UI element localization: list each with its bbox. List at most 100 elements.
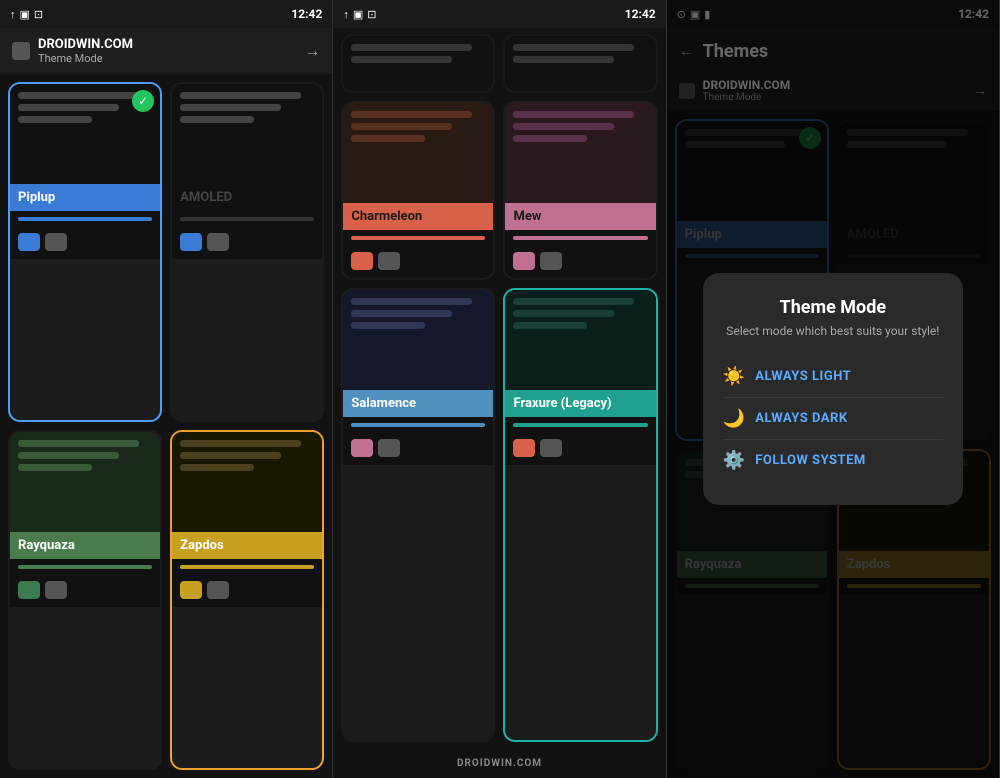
mew-accent xyxy=(513,236,647,240)
rayquaza-accent xyxy=(18,565,152,569)
preview-line xyxy=(513,135,587,142)
follow-system-label: FOLLOW SYSTEM xyxy=(755,453,866,468)
upload-icon: ↑ xyxy=(343,8,349,21)
preview-line xyxy=(180,92,301,99)
always-dark-label: ALWAYS DARK xyxy=(755,411,847,426)
moon-icon: 🌙 xyxy=(723,408,745,429)
amoled-label: AMOLED xyxy=(172,184,322,211)
preview-line xyxy=(18,104,119,111)
mid-time: 12:42 xyxy=(625,7,656,21)
amoled-accent xyxy=(180,217,314,221)
swatch-2 xyxy=(45,581,67,599)
preview-line xyxy=(18,92,139,99)
piplup-preview: ✓ xyxy=(10,84,160,184)
theme-card-rayquaza[interactable]: Rayquaza xyxy=(8,430,162,770)
swatch-2 xyxy=(378,439,400,457)
preview-line xyxy=(180,452,281,459)
preview-line xyxy=(513,298,634,305)
follow-system-option[interactable]: ⚙️ FOLLOW SYSTEM xyxy=(723,440,943,481)
modal-title: Theme Mode xyxy=(723,297,943,318)
theme-card-charmeleon[interactable]: Charmeleon xyxy=(341,101,495,280)
amoled-swatches xyxy=(172,227,322,259)
amoled-preview xyxy=(172,84,322,184)
theme-card-piplup[interactable]: ✓ Piplup xyxy=(8,82,162,422)
preview-line xyxy=(18,440,139,447)
preview-line xyxy=(18,116,92,123)
zapdos-swatches xyxy=(172,575,322,607)
preview-line xyxy=(180,116,254,123)
fraxure-label: Fraxure (Legacy) xyxy=(505,390,655,417)
preview-line xyxy=(180,104,281,111)
preview-line xyxy=(351,135,425,142)
preview-line xyxy=(351,310,452,317)
preview-line xyxy=(351,123,452,130)
preview-line xyxy=(351,111,472,118)
swatch-2 xyxy=(207,233,229,251)
left-top-bar: DROIDWIN.COM Theme Mode → xyxy=(0,28,332,74)
piplup-accent xyxy=(18,217,152,221)
charmeleon-swatches xyxy=(343,246,493,278)
piplup-label: Piplup xyxy=(10,184,160,211)
left-theme-grid: ✓ Piplup AMOLED xyxy=(0,74,332,778)
theme-card-zapdos[interactable]: Zapdos xyxy=(170,430,324,770)
mew-preview xyxy=(505,103,655,203)
theme-card-salamence[interactable]: Salamence xyxy=(341,288,495,742)
rayquaza-preview xyxy=(10,432,160,532)
mew-label: Mew xyxy=(505,203,655,230)
partial-card-2[interactable] xyxy=(503,34,657,93)
salamence-preview xyxy=(343,290,493,390)
swatch-1 xyxy=(180,581,202,599)
modal-subtitle: Select mode which best suits your style! xyxy=(723,324,943,338)
preview-line xyxy=(513,44,634,51)
preview-line xyxy=(513,310,614,317)
sun-icon: ☀️ xyxy=(723,366,745,387)
gear-icon: ⚙️ xyxy=(723,450,745,471)
preview-line xyxy=(180,440,301,447)
charmeleon-label: Charmeleon xyxy=(343,203,493,230)
swatch-1 xyxy=(351,439,373,457)
mid-brand: DROIDWIN.COM xyxy=(457,758,542,769)
preview-line xyxy=(18,464,92,471)
left-panel: ↑ ▣ ⊡ 12:42 DROIDWIN.COM Theme Mode → ✓ … xyxy=(0,0,333,778)
fraxure-accent xyxy=(513,423,647,427)
swatch-1 xyxy=(351,252,373,270)
charmeleon-preview xyxy=(343,103,493,203)
wifi-icon: ▣ xyxy=(353,8,363,21)
swatch-2 xyxy=(540,439,562,457)
left-arrow-icon[interactable]: → xyxy=(304,41,320,61)
settings-icon: ⊡ xyxy=(34,8,43,21)
swatch-2 xyxy=(45,233,67,251)
always-light-option[interactable]: ☀️ ALWAYS LIGHT xyxy=(723,356,943,398)
mid-status-icons: ↑ ▣ ⊡ xyxy=(343,8,376,21)
theme-mode-modal: Theme Mode Select mode which best suits … xyxy=(703,273,963,505)
swatch-1 xyxy=(513,439,535,457)
salamence-accent xyxy=(351,423,485,427)
salamence-label: Salamence xyxy=(343,390,493,417)
theme-card-fraxure[interactable]: Fraxure (Legacy) xyxy=(503,288,657,742)
partial-preview-2 xyxy=(505,36,655,91)
preview-line xyxy=(513,123,614,130)
fraxure-swatches xyxy=(505,433,655,465)
mew-swatches xyxy=(505,246,655,278)
rayquaza-swatches xyxy=(10,575,160,607)
rayquaza-label: Rayquaza xyxy=(10,532,160,559)
salamence-swatches xyxy=(343,433,493,465)
zapdos-label: Zapdos xyxy=(172,532,322,559)
partial-card-1[interactable] xyxy=(341,34,495,93)
always-dark-option[interactable]: 🌙 ALWAYS DARK xyxy=(723,398,943,440)
swatch-2 xyxy=(540,252,562,270)
swatch-2 xyxy=(207,581,229,599)
left-status-bar: ↑ ▣ ⊡ 12:42 xyxy=(0,0,332,28)
preview-line xyxy=(351,322,425,329)
preview-line xyxy=(351,298,472,305)
swatch-2 xyxy=(378,252,400,270)
right-panel: ⊙ ▣ ▮ 12:42 ← Themes DROIDWIN.COM Theme … xyxy=(667,0,1000,778)
preview-line xyxy=(18,452,119,459)
selected-check: ✓ xyxy=(132,90,154,112)
theme-card-mew[interactable]: Mew xyxy=(503,101,657,280)
theme-card-amoled[interactable]: AMOLED xyxy=(170,82,324,422)
settings-icon: ⊡ xyxy=(367,8,376,21)
preview-line xyxy=(513,56,614,63)
swatch-1 xyxy=(513,252,535,270)
preview-line xyxy=(513,322,587,329)
